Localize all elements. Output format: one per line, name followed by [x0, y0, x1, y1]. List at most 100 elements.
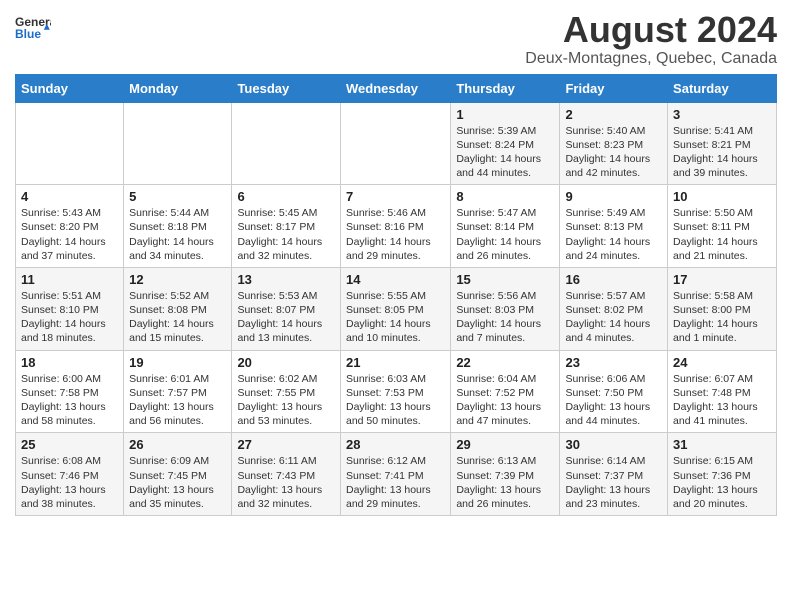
day-info: Sunrise: 5:52 AM Sunset: 8:08 PM Dayligh… [129, 289, 226, 346]
calendar-week: 18 Sunrise: 6:00 AM Sunset: 7:58 PM Dayli… [16, 350, 777, 433]
calendar-cell: 10 Sunrise: 5:50 AM Sunset: 8:11 PM Dayli… [668, 185, 777, 268]
day-number: 2 [565, 107, 662, 122]
day-number: 18 [21, 355, 118, 370]
day-info: Sunrise: 5:50 AM Sunset: 8:11 PM Dayligh… [673, 206, 771, 263]
weekday-header: Friday [560, 74, 668, 102]
day-number: 21 [346, 355, 445, 370]
day-number: 24 [673, 355, 771, 370]
day-number: 28 [346, 437, 445, 452]
day-info: Sunrise: 6:15 AM Sunset: 7:36 PM Dayligh… [673, 454, 771, 511]
logo: General Blue [15, 10, 51, 46]
day-number: 13 [237, 272, 335, 287]
calendar-cell: 25 Sunrise: 6:08 AM Sunset: 7:46 PM Dayli… [16, 433, 124, 516]
calendar-cell: 3 Sunrise: 5:41 AM Sunset: 8:21 PM Daylig… [668, 102, 777, 185]
calendar-cell: 17Sunrise: 5:58 AM Sunset: 8:00 PM Dayli… [668, 267, 777, 350]
calendar-cell: 1Sunrise: 5:39 AM Sunset: 8:24 PM Daylig… [451, 102, 560, 185]
title-section: August 2024 Deux-Montagnes, Quebec, Cana… [525, 10, 777, 68]
day-number: 17 [673, 272, 771, 287]
calendar-cell: 27 Sunrise: 6:11 AM Sunset: 7:43 PM Dayli… [232, 433, 341, 516]
day-info: Sunrise: 6:03 AM Sunset: 7:53 PM Dayligh… [346, 372, 445, 429]
calendar-cell: 22 Sunrise: 6:04 AM Sunset: 7:52 PM Dayli… [451, 350, 560, 433]
calendar-cell: 24 Sunrise: 6:07 AM Sunset: 7:48 PM Dayli… [668, 350, 777, 433]
calendar-cell: 12 Sunrise: 5:52 AM Sunset: 8:08 PM Dayli… [124, 267, 232, 350]
calendar-cell: 23 Sunrise: 6:06 AM Sunset: 7:50 PM Dayli… [560, 350, 668, 433]
calendar-cell: 30 Sunrise: 6:14 AM Sunset: 7:37 PM Dayli… [560, 433, 668, 516]
day-number: 15 [456, 272, 554, 287]
calendar-week: 4 Sunrise: 5:43 AM Sunset: 8:20 PM Daylig… [16, 185, 777, 268]
calendar-cell: 6 Sunrise: 5:45 AM Sunset: 8:17 PM Daylig… [232, 185, 341, 268]
calendar-cell [340, 102, 450, 185]
day-info: Sunrise: 5:53 AM Sunset: 8:07 PM Dayligh… [237, 289, 335, 346]
day-number: 12 [129, 272, 226, 287]
day-number: 9 [565, 189, 662, 204]
day-number: 4 [21, 189, 118, 204]
day-info: Sunrise: 5:56 AM Sunset: 8:03 PM Dayligh… [456, 289, 554, 346]
day-number: 30 [565, 437, 662, 452]
day-number: 22 [456, 355, 554, 370]
calendar-week: 11Sunrise: 5:51 AM Sunset: 8:10 PM Dayli… [16, 267, 777, 350]
day-number: 14 [346, 272, 445, 287]
calendar-cell: 31 Sunrise: 6:15 AM Sunset: 7:36 PM Dayli… [668, 433, 777, 516]
day-number: 20 [237, 355, 335, 370]
calendar-cell: 7Sunrise: 5:46 AM Sunset: 8:16 PM Daylig… [340, 185, 450, 268]
day-number: 6 [237, 189, 335, 204]
header: General Blue August 2024 Deux-Montagnes,… [15, 10, 777, 68]
logo-icon: General Blue [15, 10, 51, 46]
day-info: Sunrise: 6:07 AM Sunset: 7:48 PM Dayligh… [673, 372, 771, 429]
calendar-cell: 26Sunrise: 6:09 AM Sunset: 7:45 PM Dayli… [124, 433, 232, 516]
weekday-header: Saturday [668, 74, 777, 102]
day-number: 3 [673, 107, 771, 122]
calendar-week: 1Sunrise: 5:39 AM Sunset: 8:24 PM Daylig… [16, 102, 777, 185]
calendar-cell: 16 Sunrise: 5:57 AM Sunset: 8:02 PM Dayli… [560, 267, 668, 350]
day-info: Sunrise: 6:08 AM Sunset: 7:46 PM Dayligh… [21, 454, 118, 511]
day-info: Sunrise: 5:57 AM Sunset: 8:02 PM Dayligh… [565, 289, 662, 346]
calendar-cell: 4 Sunrise: 5:43 AM Sunset: 8:20 PM Daylig… [16, 185, 124, 268]
day-info: Sunrise: 6:06 AM Sunset: 7:50 PM Dayligh… [565, 372, 662, 429]
weekday-header: Wednesday [340, 74, 450, 102]
day-number: 10 [673, 189, 771, 204]
day-info: Sunrise: 5:39 AM Sunset: 8:24 PM Dayligh… [456, 124, 554, 181]
weekday-row: SundayMondayTuesdayWednesdayThursdayFrid… [16, 74, 777, 102]
day-info: Sunrise: 6:11 AM Sunset: 7:43 PM Dayligh… [237, 454, 335, 511]
day-info: Sunrise: 6:04 AM Sunset: 7:52 PM Dayligh… [456, 372, 554, 429]
day-info: Sunrise: 5:55 AM Sunset: 8:05 PM Dayligh… [346, 289, 445, 346]
day-number: 23 [565, 355, 662, 370]
calendar-cell [232, 102, 341, 185]
calendar-cell: 21 Sunrise: 6:03 AM Sunset: 7:53 PM Dayli… [340, 350, 450, 433]
day-number: 8 [456, 189, 554, 204]
day-info: Sunrise: 5:47 AM Sunset: 8:14 PM Dayligh… [456, 206, 554, 263]
day-info: Sunrise: 5:49 AM Sunset: 8:13 PM Dayligh… [565, 206, 662, 263]
calendar-cell: 29Sunrise: 6:13 AM Sunset: 7:39 PM Dayli… [451, 433, 560, 516]
day-info: Sunrise: 6:14 AM Sunset: 7:37 PM Dayligh… [565, 454, 662, 511]
calendar-cell: 11Sunrise: 5:51 AM Sunset: 8:10 PM Dayli… [16, 267, 124, 350]
calendar-body: 1Sunrise: 5:39 AM Sunset: 8:24 PM Daylig… [16, 102, 777, 515]
day-info: Sunrise: 6:02 AM Sunset: 7:55 PM Dayligh… [237, 372, 335, 429]
day-number: 5 [129, 189, 226, 204]
day-info: Sunrise: 5:41 AM Sunset: 8:21 PM Dayligh… [673, 124, 771, 181]
main-title: August 2024 [525, 10, 777, 50]
day-number: 19 [129, 355, 226, 370]
weekday-header: Sunday [16, 74, 124, 102]
day-number: 16 [565, 272, 662, 287]
day-info: Sunrise: 5:43 AM Sunset: 8:20 PM Dayligh… [21, 206, 118, 263]
calendar-cell: 19Sunrise: 6:01 AM Sunset: 7:57 PM Dayli… [124, 350, 232, 433]
calendar-cell [124, 102, 232, 185]
day-info: Sunrise: 5:40 AM Sunset: 8:23 PM Dayligh… [565, 124, 662, 181]
subtitle: Deux-Montagnes, Quebec, Canada [525, 50, 777, 68]
day-info: Sunrise: 5:44 AM Sunset: 8:18 PM Dayligh… [129, 206, 226, 263]
calendar-cell: 28Sunrise: 6:12 AM Sunset: 7:41 PM Dayli… [340, 433, 450, 516]
calendar-cell: 20 Sunrise: 6:02 AM Sunset: 7:55 PM Dayli… [232, 350, 341, 433]
calendar-cell: 2 Sunrise: 5:40 AM Sunset: 8:23 PM Daylig… [560, 102, 668, 185]
calendar-cell: 8 Sunrise: 5:47 AM Sunset: 8:14 PM Daylig… [451, 185, 560, 268]
calendar-cell: 18 Sunrise: 6:00 AM Sunset: 7:58 PM Dayli… [16, 350, 124, 433]
svg-text:Blue: Blue [15, 27, 41, 41]
day-number: 31 [673, 437, 771, 452]
day-number: 27 [237, 437, 335, 452]
day-number: 29 [456, 437, 554, 452]
day-info: Sunrise: 5:45 AM Sunset: 8:17 PM Dayligh… [237, 206, 335, 263]
day-info: Sunrise: 6:09 AM Sunset: 7:45 PM Dayligh… [129, 454, 226, 511]
weekday-header: Tuesday [232, 74, 341, 102]
day-info: Sunrise: 6:00 AM Sunset: 7:58 PM Dayligh… [21, 372, 118, 429]
calendar-cell [16, 102, 124, 185]
day-number: 25 [21, 437, 118, 452]
